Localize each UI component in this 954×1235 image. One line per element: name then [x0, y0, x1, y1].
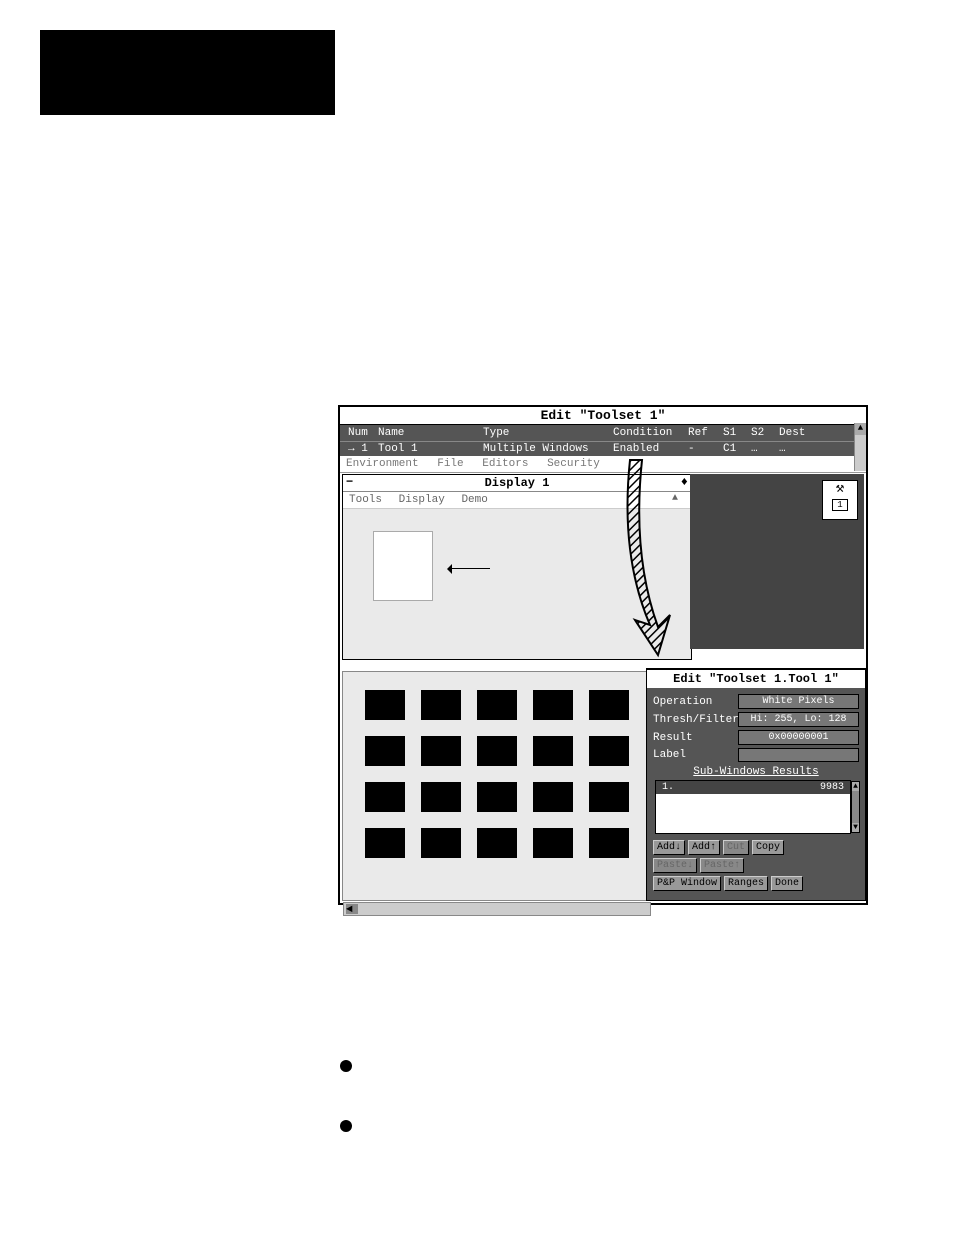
row-ref: - — [684, 443, 719, 455]
sub-window-row[interactable]: 1. 9983 — [656, 781, 850, 794]
bullet-icon — [340, 1060, 352, 1072]
paste-up-button[interactable]: Paste↑ — [700, 858, 744, 873]
thresh-label: Thresh/Filter — [653, 714, 738, 726]
menu-file[interactable]: File — [437, 458, 463, 470]
col-dest: Dest — [775, 427, 811, 439]
row-s1: C1 — [719, 443, 747, 455]
tools-glyph-icon: ⚒ — [823, 481, 857, 497]
grid-dot — [365, 736, 405, 766]
label-value[interactable] — [738, 748, 859, 762]
menu-environment[interactable]: Environment — [346, 458, 419, 470]
tool-list-row[interactable]: → 1 Tool 1 Multiple Windows Enabled - C1… — [340, 441, 866, 456]
menu-display[interactable]: Display — [399, 494, 445, 506]
sub-windows-header: Sub-Windows Results — [653, 766, 859, 778]
sub-window-index: 1. — [662, 782, 674, 793]
toolset-window-title: Edit "Toolset 1" — [340, 407, 866, 425]
edit-toolset-window: Edit "Toolset 1" ▲ Num Name Type Conditi… — [338, 405, 868, 905]
grid-dot — [589, 782, 629, 812]
grid-dot — [533, 782, 573, 812]
sub-window-value: 9983 — [820, 782, 844, 793]
bullet-icon — [340, 1120, 352, 1132]
tool-editor-title: Edit "Toolset 1.Tool 1" — [647, 670, 865, 688]
row-type: Multiple Windows — [479, 443, 609, 455]
cut-button[interactable]: Cut — [723, 840, 749, 855]
col-type: Type — [479, 427, 609, 439]
grid-dot — [421, 736, 461, 766]
grid-dot — [533, 828, 573, 858]
operation-label: Operation — [653, 696, 738, 708]
sysmenu-icon[interactable]: − — [346, 475, 353, 489]
grid-dot — [533, 690, 573, 720]
col-s1: S1 — [719, 427, 747, 439]
grid-dot — [477, 782, 517, 812]
label-label: Label — [653, 749, 738, 761]
display-canvas[interactable] — [343, 509, 691, 659]
grid-dot — [421, 828, 461, 858]
operation-value[interactable]: White Pixels — [738, 694, 859, 709]
chapter-heading-block — [40, 30, 335, 115]
scroll-down-icon[interactable]: ▼ — [852, 823, 859, 832]
row-num: → 1 — [344, 443, 374, 455]
inner-menu-bar: Environment File Editors Security — [340, 456, 866, 473]
grid-dot — [533, 736, 573, 766]
placed-sub-window[interactable] — [373, 531, 433, 601]
row-dest: … — [775, 443, 811, 455]
grid-dot — [421, 690, 461, 720]
camera-image-panel: ◄ — [342, 671, 652, 901]
copy-button[interactable]: Copy — [752, 840, 784, 855]
sub-list-scrollbar[interactable]: ▲ ▼ — [851, 781, 860, 833]
maximize-icon[interactable]: ♦ — [681, 475, 688, 489]
result-value: 0x00000001 — [738, 730, 859, 745]
display-menu-bar: Tools Display Demo ▲ — [343, 492, 691, 509]
grid-dot — [589, 828, 629, 858]
tool-list-header: Num Name Type Condition Ref S1 S2 Dest — [340, 425, 866, 441]
col-s2: S2 — [747, 427, 775, 439]
grid-dot — [477, 736, 517, 766]
ranges-button[interactable]: Ranges — [724, 876, 768, 891]
row-s2: … — [747, 443, 775, 455]
vertical-scrollbar[interactable]: ▲ — [854, 423, 866, 471]
display-window: − Display 1 ♦ Tools Display Demo ▲ — [342, 474, 692, 660]
grid-dot — [589, 690, 629, 720]
col-condition: Condition — [609, 427, 684, 439]
toolset-number: 1 — [832, 499, 847, 511]
scroll-up-icon[interactable]: ▲ — [855, 423, 866, 435]
horizontal-scrollbar[interactable]: ◄ — [343, 902, 651, 916]
grid-dot — [365, 828, 405, 858]
menu-security[interactable]: Security — [547, 458, 600, 470]
col-num: Num — [344, 427, 374, 439]
row-condition: Enabled — [609, 443, 684, 455]
row-name: Tool 1 — [374, 443, 479, 455]
menu-demo[interactable]: Demo — [461, 494, 487, 506]
workspace-background: ⚒ 1 — [690, 474, 864, 649]
thresh-value[interactable]: Hi: 255, Lo: 128 — [738, 712, 859, 727]
grid-dot — [365, 782, 405, 812]
display-title-text: Display 1 — [485, 476, 550, 490]
scroll-up-icon[interactable]: ▲ — [852, 782, 859, 791]
scroll-up-icon[interactable]: ▲ — [672, 493, 678, 504]
col-name: Name — [374, 427, 479, 439]
tool-editor-panel: Edit "Toolset 1.Tool 1" Operation White … — [646, 668, 866, 901]
grid-dot — [589, 736, 629, 766]
paste-down-button[interactable]: Paste↓ — [653, 858, 697, 873]
toolset-icon[interactable]: ⚒ 1 — [822, 480, 858, 520]
col-ref: Ref — [684, 427, 719, 439]
scroll-left-icon[interactable]: ◄ — [346, 904, 358, 914]
sub-windows-list[interactable]: 1. 9983 ▲ ▼ — [655, 780, 851, 834]
add-up-button[interactable]: Add↑ — [688, 840, 720, 855]
result-label: Result — [653, 732, 738, 744]
grid-dot — [477, 690, 517, 720]
add-down-button[interactable]: Add↓ — [653, 840, 685, 855]
sample-image-grid — [361, 690, 633, 860]
display-title-bar: − Display 1 ♦ — [343, 475, 691, 492]
pp-window-button[interactable]: P&P Window — [653, 876, 721, 891]
callout-arrow-icon — [440, 562, 570, 576]
grid-dot — [477, 828, 517, 858]
menu-tools[interactable]: Tools — [349, 494, 382, 506]
done-button[interactable]: Done — [771, 876, 803, 891]
grid-dot — [365, 690, 405, 720]
grid-dot — [421, 782, 461, 812]
menu-editors[interactable]: Editors — [482, 458, 528, 470]
